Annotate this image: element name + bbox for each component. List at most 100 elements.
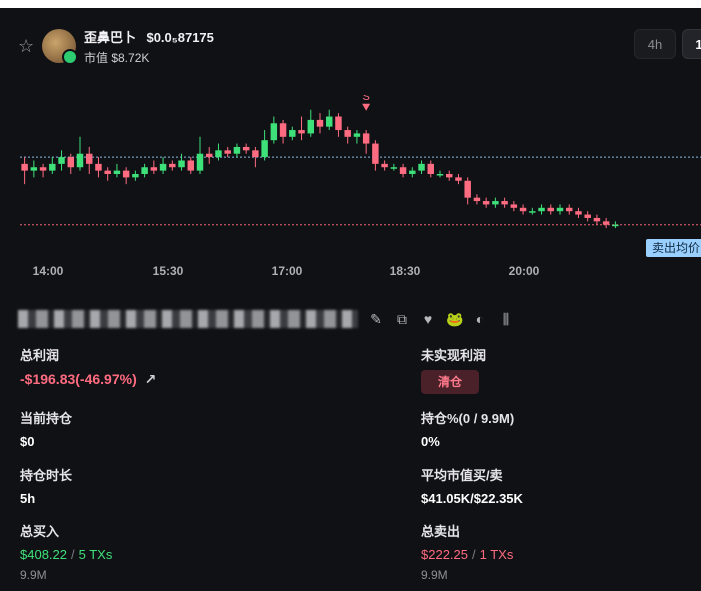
candle-body — [307, 119, 314, 134]
candle-body — [510, 204, 518, 208]
candle-body — [270, 123, 278, 141]
candle-body — [76, 153, 84, 168]
candle-body — [298, 130, 305, 134]
candle-body — [381, 163, 388, 168]
token-avatar — [42, 29, 78, 65]
candle-body — [316, 119, 324, 127]
candle-body — [575, 211, 582, 215]
frog-icon[interactable]: 🐸 — [446, 311, 463, 327]
token-header: ☆ 歪鼻巴卜 $0.0₅87175 市值 $8.72K — [18, 27, 214, 66]
total-sell-stat: 总卖出 $222.25/1 TXs 9.9M — [421, 521, 513, 582]
candle-body — [49, 163, 56, 171]
x-axis-tick-label: 18:30 — [390, 264, 421, 278]
candle-body — [584, 214, 591, 218]
candle-body — [104, 170, 111, 174]
candle-body — [178, 160, 185, 168]
candle-body — [206, 153, 213, 158]
candle-body — [86, 153, 93, 164]
candle-body — [113, 170, 121, 174]
candle-body — [159, 163, 167, 171]
candles-icon[interactable]: ⫼ — [498, 311, 514, 327]
candle-body — [612, 224, 619, 227]
candle-body — [196, 153, 204, 171]
address-row: ✎ ⧉ ♥ 🐸 ◐ ⫼ — [18, 309, 514, 329]
star-icon[interactable]: ☆ — [18, 37, 36, 55]
candle-body — [335, 116, 342, 131]
holding-time-value: 5h — [20, 491, 36, 506]
clear-position-button[interactable]: 清仓 — [421, 370, 479, 394]
candle-body — [464, 180, 471, 198]
candle-body — [279, 123, 287, 137]
candle-body — [473, 197, 481, 202]
candle-body — [519, 207, 527, 212]
unrealized-profit-label: 未实现利润 — [421, 348, 487, 363]
candle-body — [122, 170, 130, 178]
candle-body — [538, 207, 545, 212]
total-buy-tokens: 9.9M — [20, 568, 47, 582]
candle-body — [326, 116, 333, 127]
candle-body — [150, 167, 158, 171]
candle-body — [593, 217, 601, 222]
candle-body — [215, 150, 222, 158]
total-sell-amount: $222.25 — [421, 547, 468, 562]
holding-percent-label: 持仓%(0 / 9.9M) — [421, 411, 515, 426]
timeframe-1d-button[interactable]: 1d — [682, 29, 701, 59]
price-chart[interactable]: S 14:00 15:30 17:00 18:30 20:00 卖出均价 — [0, 95, 701, 285]
top-border — [0, 0, 701, 8]
wallet-address-redacted — [18, 310, 358, 328]
heart-icon[interactable]: ♥ — [420, 311, 436, 327]
candlestick-chart-svg: S 14:00 15:30 17:00 18:30 20:00 — [20, 95, 701, 278]
candle-body — [39, 167, 47, 171]
edit-icon[interactable]: ✎ — [368, 311, 384, 327]
candle-body — [21, 163, 28, 171]
unrealized-profit-stat: 未实现利润 清仓 — [421, 345, 486, 394]
token-titles: 歪鼻巴卜 $0.0₅87175 市值 $8.72K — [84, 27, 214, 66]
candle-body — [252, 150, 259, 158]
candle-body — [30, 167, 38, 171]
candle-body — [344, 130, 351, 137]
candle-body — [224, 150, 231, 154]
candle-body — [455, 177, 462, 181]
copy-icon[interactable]: ⧉ — [394, 311, 410, 327]
avg-market-cap-stat: 平均市值买/卖 $41.05K/$22.35K — [421, 465, 523, 506]
candle-body — [242, 146, 250, 151]
total-profit-amount: -$196.83(-46.97%) — [20, 371, 137, 387]
candle-body — [529, 211, 536, 213]
total-buy-txs: 5 TXs — [78, 547, 113, 562]
total-buy-value: $408.22/5 TXs — [20, 547, 113, 562]
total-sell-tokens: 9.9M — [421, 568, 448, 582]
current-holding-label: 当前持仓 — [20, 411, 73, 426]
trade-panel: ☆ 歪鼻巴卜 $0.0₅87175 市值 $8.72K 4h 1d S 14:00… — [0, 0, 701, 591]
holding-percent-stat: 持仓%(0 / 9.9M) 0% — [421, 408, 514, 449]
external-link-icon[interactable]: ↗ — [145, 371, 157, 387]
candle-body — [362, 133, 370, 144]
total-buy-label: 总买入 — [20, 524, 60, 539]
candle-body — [187, 160, 194, 171]
total-profit-stat: 总利润 -$196.83(-46.97%) ↗ — [20, 345, 156, 388]
candle-body — [418, 163, 425, 171]
candle-body — [409, 170, 416, 174]
x-axis-tick-label: 14:00 — [33, 264, 64, 278]
candle-body — [233, 146, 241, 154]
total-profit-label: 总利润 — [20, 348, 60, 363]
ghost-icon[interactable]: ◐ — [472, 311, 488, 327]
candle-body — [446, 174, 453, 178]
total-profit-value: -$196.83(-46.97%) ↗ — [20, 371, 156, 388]
candle-body — [353, 133, 361, 137]
current-holding-value: $0 — [20, 434, 35, 449]
candle-body — [556, 207, 564, 212]
candle-body — [482, 201, 490, 205]
timeframe-4h-button[interactable]: 4h — [634, 29, 676, 59]
avg-market-cap-label: 平均市值买/卖 — [421, 468, 503, 483]
verified-badge-icon — [62, 49, 78, 65]
candle-body — [141, 167, 148, 174]
total-sell-txs: 1 TXs — [479, 547, 514, 562]
token-name: 歪鼻巴卜 — [84, 29, 137, 45]
total-sell-value: $222.25/1 TXs — [421, 547, 514, 562]
timeframe-switch: 4h 1d — [634, 29, 701, 61]
candle-body — [67, 157, 74, 168]
candle-body — [95, 163, 102, 171]
candle-body — [492, 201, 499, 205]
sell-marker-arrow-icon — [362, 103, 371, 111]
avg-market-cap-value: $41.05K/$22.35K — [421, 491, 523, 506]
